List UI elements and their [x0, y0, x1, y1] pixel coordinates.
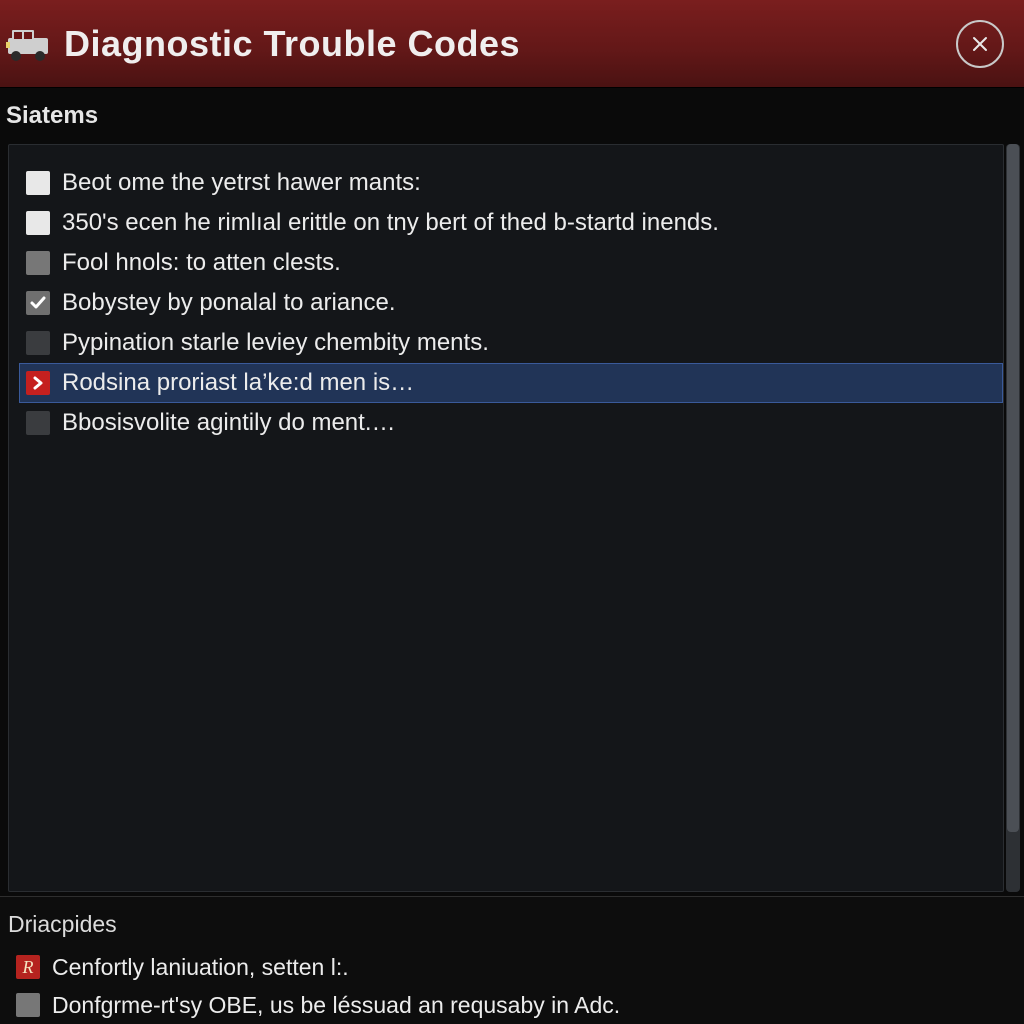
list-item[interactable]: 350's ecen he rimlıal erittle on tny ber…: [19, 203, 1003, 243]
list-item-label: Cenfortly laniuation, setten l:.: [52, 954, 349, 981]
vehicle-icon: [4, 20, 52, 68]
checkbox-dim-icon: [26, 331, 50, 355]
list-item-selected[interactable]: Rodsina proriast la’ke:d men is…: [19, 363, 1003, 403]
vertical-scrollbar[interactable]: [1006, 144, 1020, 892]
list-item-label: Donfgrme-rt'sy OBE, us be léssuad an req…: [52, 992, 620, 1019]
list-item[interactable]: Fool hnols: to atten clests.: [19, 243, 1003, 283]
checkbox-dim-icon: [26, 411, 50, 435]
checkbox-grey-icon: [26, 251, 50, 275]
list-item-label: Pypination starle leviey chembity ments.: [62, 329, 489, 357]
checkbox-empty-icon: [26, 171, 50, 195]
status-badge-icon: R: [16, 955, 40, 979]
systems-section-label: Siatems: [0, 88, 1024, 140]
close-button[interactable]: [956, 20, 1004, 68]
driacpides-list: R Cenfortly laniuation, setten l:. Donfg…: [6, 948, 1018, 1024]
scrollbar-thumb[interactable]: [1007, 144, 1019, 832]
checkbox-checked-icon: [26, 291, 50, 315]
list-item-label: Beot ome the yetrst hawer mants:: [62, 169, 421, 197]
scrollbar-track: [1006, 144, 1020, 892]
list-item-label: Fool hnols: to atten clests.: [62, 249, 341, 277]
systems-list-panel: Beot ome the yetrst hawer mants: 350's e…: [8, 144, 1004, 892]
systems-list-area: Beot ome the yetrst hawer mants: 350's e…: [0, 140, 1024, 896]
list-item[interactable]: Donfgrme-rt'sy OBE, us be léssuad an req…: [16, 986, 1018, 1024]
checkbox-grey-icon: [16, 993, 40, 1017]
list-item-label: Bbosisvolite agintily do ment.…: [62, 409, 396, 437]
checkbox-empty-icon: [26, 211, 50, 235]
chevron-right-icon: [26, 371, 50, 395]
list-item[interactable]: Bbosisvolite agintily do ment.…: [19, 403, 1003, 443]
driacpides-section: Driacpides R Cenfortly laniuation, sette…: [0, 896, 1024, 1024]
list-item-label: Rodsina proriast la’ke:d men is…: [62, 369, 414, 397]
page-title: Diagnostic Trouble Codes: [64, 23, 956, 65]
header-bar: Diagnostic Trouble Codes: [0, 0, 1024, 88]
list-item-label: Bobystey by ponalal to ariance.: [62, 289, 396, 317]
close-icon: [970, 34, 990, 54]
driacpides-section-label: Driacpides: [6, 907, 1018, 948]
list-item[interactable]: Bobystey by ponalal to ariance.: [19, 283, 1003, 323]
list-item[interactable]: Beot ome the yetrst hawer mants:: [19, 163, 1003, 203]
list-item[interactable]: Pypination starle leviey chembity ments.: [19, 323, 1003, 363]
list-item-label: 350's ecen he rimlıal erittle on tny ber…: [62, 209, 719, 237]
list-item[interactable]: R Cenfortly laniuation, setten l:.: [16, 948, 1018, 986]
